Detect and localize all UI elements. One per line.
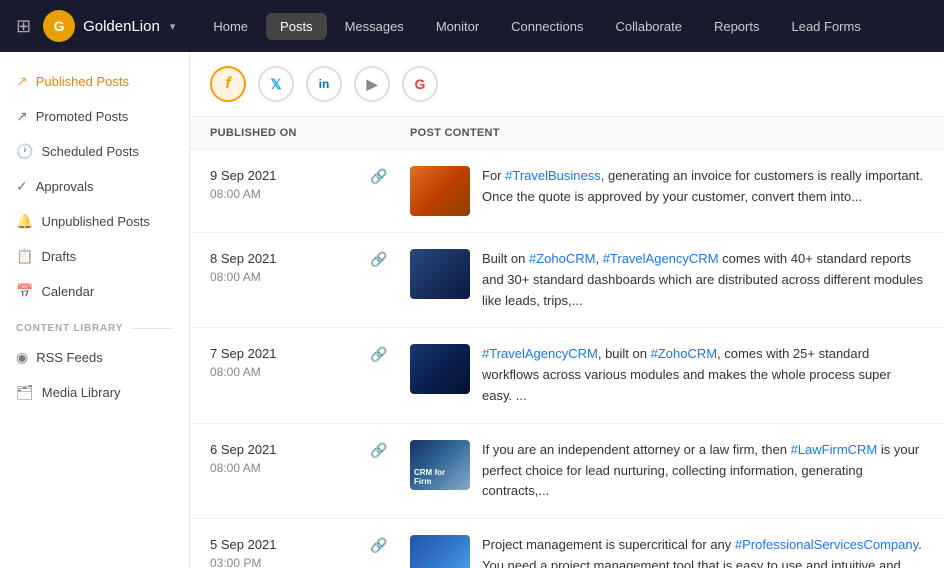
brand-name: GoldenLion [83,18,160,35]
sidebar-label-calendar: Calendar [41,284,94,299]
post-text-3: #TravelAgencyCRM, built on #ZohoCRM, com… [482,344,924,406]
sidebar-label-scheduled: Scheduled Posts [41,144,139,159]
post-link-icon-3[interactable]: 🔗 [370,344,410,363]
content-library-label: CONTENT LIBRARY [0,309,189,340]
post-thumbnail-5 [410,535,470,568]
post-link-icon-1[interactable]: 🔗 [370,166,410,185]
post-row: 9 Sep 2021 08:00 AM 🔗 For #TravelBusines… [190,150,944,233]
sidebar-item-approvals[interactable]: ✓ Approvals [0,169,189,204]
layout: ↗ Published Posts ↗ Promoted Posts 🕐 Sch… [0,52,944,568]
drafts-icon: 📋 [16,248,33,265]
sidebar-item-calendar[interactable]: 📅 Calendar [0,274,189,309]
social-bar: f 𝕏 in ▶ G [190,52,944,117]
sidebar-item-published-posts[interactable]: ↗ Published Posts [0,64,189,99]
sidebar-label-unpublished: Unpublished Posts [41,214,149,229]
col-published-on: PUBLISHED ON [210,127,370,139]
post-text-5: Project management is supercritical for … [482,535,924,568]
sidebar-label-media: Media Library [42,385,121,400]
scheduled-posts-icon: 🕐 [16,143,33,160]
unpublished-posts-icon: 🔔 [16,213,33,230]
sidebar-item-unpublished-posts[interactable]: 🔔 Unpublished Posts [0,204,189,239]
post-thumbnail-3 [410,344,470,394]
sidebar-item-scheduled-posts[interactable]: 🕐 Scheduled Posts [0,134,189,169]
approvals-icon: ✓ [16,178,28,195]
nav-monitor[interactable]: Monitor [422,13,493,40]
post-link-icon-4[interactable]: 🔗 [370,440,410,459]
youtube-tab[interactable]: ▶ [354,66,390,102]
promoted-posts-icon: ↗ [16,108,28,125]
facebook-icon: f [225,75,230,93]
brand-logo: G [43,10,75,42]
top-nav: ⊞ G GoldenLion ▾ Home Posts Messages Mon… [0,0,944,52]
linkedin-tab[interactable]: in [306,66,342,102]
post-thumbnail-2 [410,249,470,299]
nav-home[interactable]: Home [199,13,262,40]
rss-icon: ◉ [16,349,28,366]
google-icon: G [415,76,426,92]
sidebar-item-media-library[interactable]: 🗂 Media Library [0,375,189,410]
sidebar-item-rss-feeds[interactable]: ◉ RSS Feeds [0,340,189,375]
post-content-1: For #TravelBusiness, generating an invoi… [410,166,924,216]
linkedin-icon: in [319,77,330,91]
sidebar-label-promoted: Promoted Posts [36,109,129,124]
twitter-tab[interactable]: 𝕏 [258,66,294,102]
google-tab[interactable]: G [402,66,438,102]
brand[interactable]: G GoldenLion ▾ [43,10,175,42]
table-header: PUBLISHED ON POST CONTENT [190,117,944,150]
youtube-icon: ▶ [367,76,378,93]
sidebar-label-rss: RSS Feeds [36,350,102,365]
post-text-2: Built on #ZohoCRM, #TravelAgencyCRM come… [482,249,924,311]
sidebar-item-drafts[interactable]: 📋 Drafts [0,239,189,274]
grid-icon[interactable]: ⊞ [16,16,31,37]
brand-chevron-icon: ▾ [170,20,176,33]
twitter-icon: 𝕏 [270,76,281,93]
sidebar-label-approvals: Approvals [36,179,94,194]
post-date-4: 6 Sep 2021 08:00 AM [210,440,370,475]
nav-posts[interactable]: Posts [266,13,327,40]
nav-reports[interactable]: Reports [700,13,774,40]
published-posts-icon: ↗ [16,73,28,90]
nav-messages[interactable]: Messages [331,13,418,40]
post-text-4: If you are an independent attorney or a … [482,440,924,502]
post-content-3: #TravelAgencyCRM, built on #ZohoCRM, com… [410,344,924,406]
post-text-1: For #TravelBusiness, generating an invoi… [482,166,924,208]
nav-collaborate[interactable]: Collaborate [601,13,696,40]
post-content-4: CRM forFirm If you are an independent at… [410,440,924,502]
main-content: f 𝕏 in ▶ G PUBLISHED ON POST CONTENT 9 [190,52,944,568]
nav-lead-forms[interactable]: Lead Forms [777,13,874,40]
calendar-icon: 📅 [16,283,33,300]
col-post-content: POST CONTENT [410,127,924,139]
media-library-icon: 🗂 [16,384,34,401]
post-content-5: Project management is supercritical for … [410,535,924,568]
sidebar-item-promoted-posts[interactable]: ↗ Promoted Posts [0,99,189,134]
col-link [370,127,410,139]
sidebar-label-published: Published Posts [36,74,129,89]
post-row: 5 Sep 2021 03:00 PM 🔗 Project management… [190,519,944,568]
facebook-tab[interactable]: f [210,66,246,102]
sidebar: ↗ Published Posts ↗ Promoted Posts 🕐 Sch… [0,52,190,568]
post-date-5: 5 Sep 2021 03:00 PM [210,535,370,568]
post-thumbnail-1 [410,166,470,216]
post-date-2: 8 Sep 2021 08:00 AM [210,249,370,284]
sidebar-label-drafts: Drafts [41,249,76,264]
post-thumbnail-4: CRM forFirm [410,440,470,490]
post-link-icon-5[interactable]: 🔗 [370,535,410,554]
post-row: 6 Sep 2021 08:00 AM 🔗 CRM forFirm If you… [190,424,944,519]
post-row: 8 Sep 2021 08:00 AM 🔗 Built on #ZohoCRM,… [190,233,944,328]
nav-links: Home Posts Messages Monitor Connections … [199,13,928,40]
post-link-icon-2[interactable]: 🔗 [370,249,410,268]
post-row: 7 Sep 2021 08:00 AM 🔗 #TravelAgencyCRM, … [190,328,944,423]
post-content-2: Built on #ZohoCRM, #TravelAgencyCRM come… [410,249,924,311]
post-date-3: 7 Sep 2021 08:00 AM [210,344,370,379]
nav-connections[interactable]: Connections [497,13,597,40]
post-date-1: 9 Sep 2021 08:00 AM [210,166,370,201]
